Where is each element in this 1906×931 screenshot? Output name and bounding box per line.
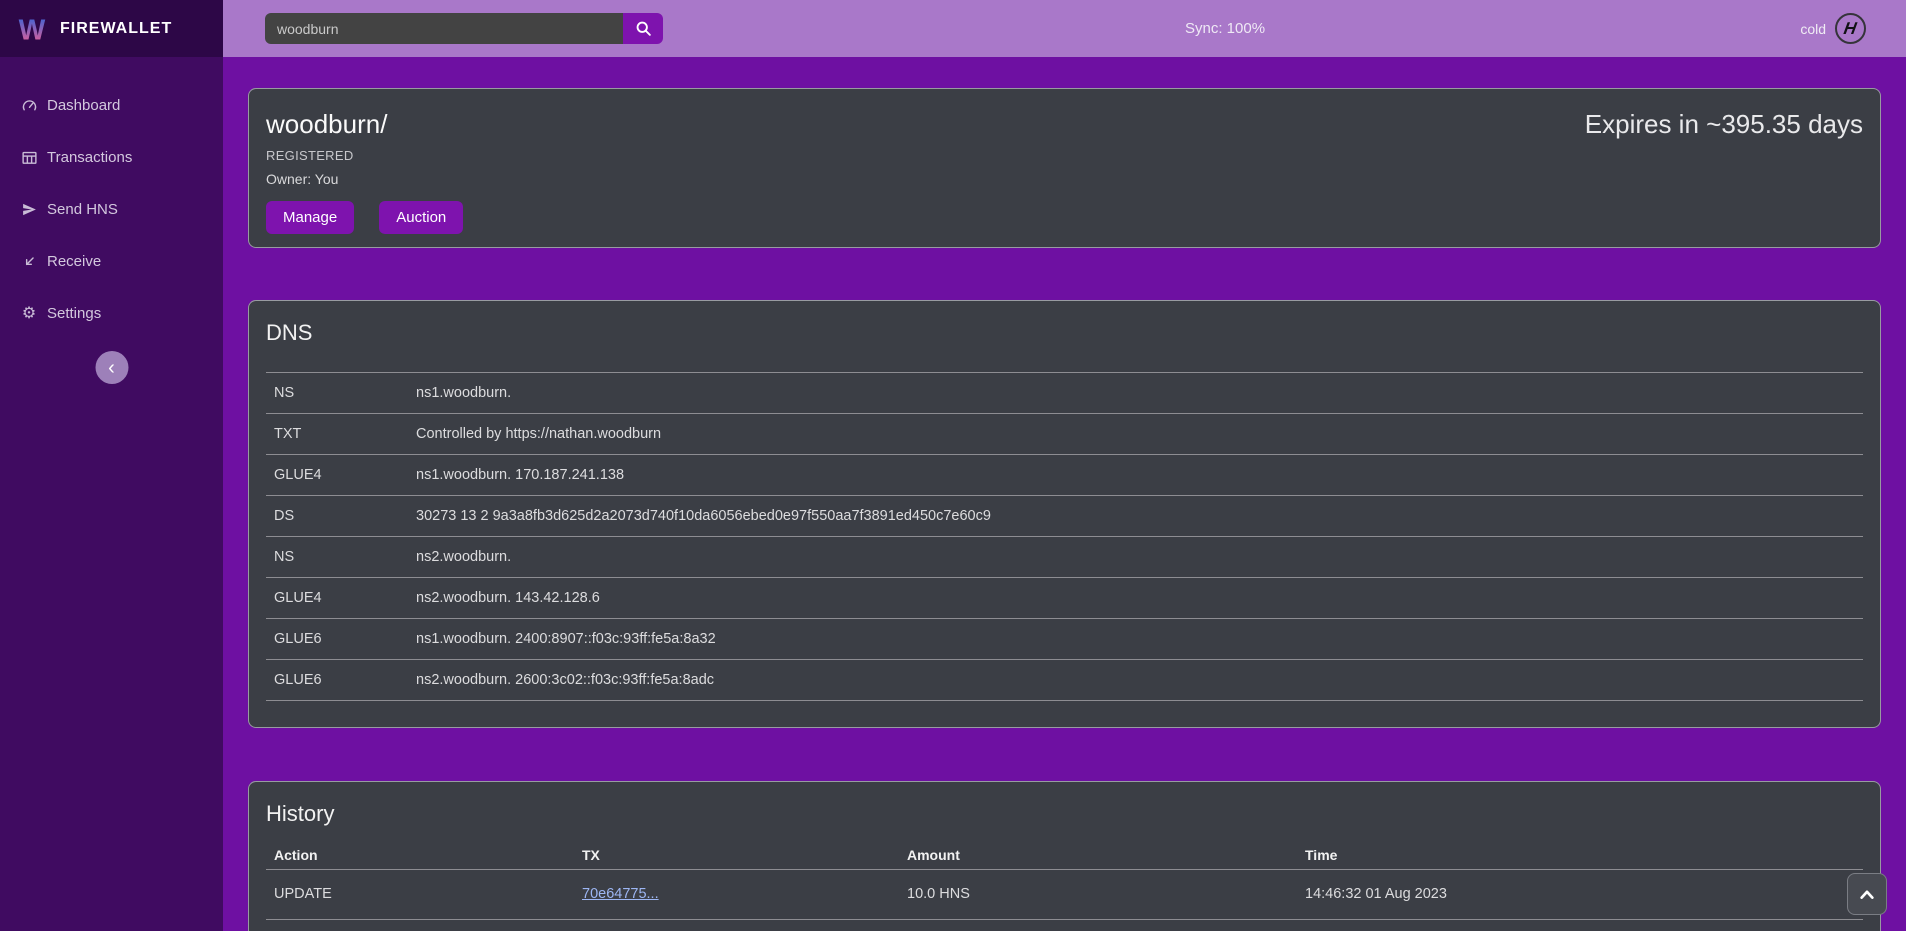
dns-record-value: ns2.woodburn. 143.42.128.6: [408, 578, 1863, 619]
tachometer-icon: [20, 96, 38, 114]
domain-owner: Owner: You: [266, 171, 1863, 187]
sidebar-item-label: Send HNS: [47, 201, 118, 218]
tx-link[interactable]: 70e64775...: [582, 886, 659, 902]
sidebar-item-label: Receive: [47, 253, 101, 270]
chevron-left-icon: ‹: [108, 357, 115, 379]
history-action: UPDATE: [266, 869, 574, 919]
dns-record-type: GLUE4: [266, 578, 408, 619]
dns-card: DNS NS ns1.woodburn. TXT Controlled by h…: [248, 300, 1881, 728]
search-button[interactable]: [623, 13, 663, 44]
history-title: History: [266, 800, 1863, 827]
dns-title: DNS: [266, 319, 1863, 346]
dns-record-type: GLUE6: [266, 619, 408, 660]
sidebar: W FIREWALLET Dashboard Tran: [0, 0, 223, 931]
history-header-action: Action: [266, 841, 574, 869]
dns-row: GLUE6 ns1.woodburn. 2400:8907::f03c:93ff…: [266, 619, 1863, 660]
domain-title: woodburn/: [266, 109, 387, 140]
sidebar-item-label: Settings: [47, 305, 101, 322]
dns-row: GLUE4 ns1.woodburn. 170.187.241.138: [266, 455, 1863, 496]
gear-icon: ⚙: [20, 304, 38, 322]
sidebar-nav: Dashboard Transactions Send HNS: [0, 57, 223, 339]
dns-record-value: ns1.woodburn.: [408, 373, 1863, 414]
history-header-row: Action TX Amount Time: [266, 841, 1863, 869]
dns-record-type: GLUE6: [266, 660, 408, 701]
topbar: Sync: 100% cold H: [223, 0, 1906, 57]
dns-record-value: ns1.woodburn. 170.187.241.138: [408, 455, 1863, 496]
wallet-name-label: cold: [1800, 21, 1826, 37]
dns-row: DS 30273 13 2 9a3a8fb3d625d2a2073d740f10…: [266, 496, 1863, 537]
history-row: UPDATE 70e64775... 10.0 HNS 14:46:32 01 …: [266, 869, 1863, 919]
sync-status: Sync: 100%: [1185, 20, 1265, 37]
sidebar-item-dashboard[interactable]: Dashboard: [0, 79, 223, 131]
wallet-selector: cold H: [1800, 13, 1866, 44]
search-input[interactable]: [265, 13, 623, 44]
domain-status-badge: REGISTERED: [266, 148, 1863, 163]
domain-card: woodburn/ Expires in ~395.35 days REGIST…: [248, 88, 1881, 248]
history-time: 15:47:08 07 Jul 2023: [1297, 919, 1863, 931]
history-card: History Action TX Amount Time UPDATE 70e…: [248, 781, 1881, 931]
handshake-logo-icon[interactable]: H: [1835, 13, 1866, 44]
sidebar-item-send-hns[interactable]: Send HNS: [0, 183, 223, 235]
app-logo: W FIREWALLET: [0, 0, 223, 57]
arrow-down-left-icon: [20, 252, 38, 270]
auction-button[interactable]: Auction: [379, 201, 463, 234]
manage-button[interactable]: Manage: [266, 201, 354, 234]
svg-text:W: W: [19, 14, 46, 44]
firewallet-w-logo-icon: W: [14, 14, 50, 44]
history-amount: 10.0 HNS: [899, 869, 1297, 919]
dns-table: NS ns1.woodburn. TXT Controlled by https…: [266, 372, 1863, 701]
dns-record-type: TXT: [266, 414, 408, 455]
history-table: Action TX Amount Time UPDATE 70e64775...…: [266, 841, 1863, 931]
dns-record-value: ns1.woodburn. 2400:8907::f03c:93ff:fe5a:…: [408, 619, 1863, 660]
sidebar-item-label: Dashboard: [47, 97, 120, 114]
dns-record-type: DS: [266, 496, 408, 537]
history-header-time: Time: [1297, 841, 1863, 869]
brand-title: FIREWALLET: [60, 20, 172, 38]
sidebar-item-transactions[interactable]: Transactions: [0, 131, 223, 183]
search-icon: [635, 20, 652, 37]
dns-record-value: 30273 13 2 9a3a8fb3d625d2a2073d740f10da6…: [408, 496, 1863, 537]
dns-row: GLUE4 ns2.woodburn. 143.42.128.6: [266, 578, 1863, 619]
history-header-amount: Amount: [899, 841, 1297, 869]
dns-record-value: ns2.woodburn. 2600:3c02::f03c:93ff:fe5a:…: [408, 660, 1863, 701]
history-action: RENEW: [266, 919, 574, 931]
dns-record-type: NS: [266, 373, 408, 414]
sidebar-item-receive[interactable]: Receive: [0, 235, 223, 287]
dns-row: NS ns1.woodburn.: [266, 373, 1863, 414]
sidebar-item-settings[interactable]: ⚙ Settings: [0, 287, 223, 339]
dns-record-value: Controlled by https://nathan.woodburn: [408, 414, 1863, 455]
dns-record-type: GLUE4: [266, 455, 408, 496]
history-header-tx: TX: [574, 841, 899, 869]
dns-record-type: NS: [266, 537, 408, 578]
table-icon: [20, 148, 38, 166]
scroll-top-button[interactable]: [1847, 873, 1887, 915]
search-group: [265, 13, 663, 44]
sidebar-collapse-button[interactable]: ‹: [95, 351, 128, 384]
domain-expiry: Expires in ~395.35 days: [1585, 109, 1863, 140]
main-content: woodburn/ Expires in ~395.35 days REGIST…: [223, 57, 1906, 931]
history-row: RENEW d7b5d4... 10.0 HNS 15:47:08 07 Jul…: [266, 919, 1863, 931]
dns-row: TXT Controlled by https://nathan.woodbur…: [266, 414, 1863, 455]
history-amount: 10.0 HNS: [899, 919, 1297, 931]
dns-row: NS ns2.woodburn.: [266, 537, 1863, 578]
paper-plane-icon: [20, 200, 38, 218]
dns-record-value: ns2.woodburn.: [408, 537, 1863, 578]
history-time: 14:46:32 01 Aug 2023: [1297, 869, 1863, 919]
sidebar-item-label: Transactions: [47, 149, 132, 166]
chevron-up-icon: [1859, 889, 1875, 900]
dns-row: GLUE6 ns2.woodburn. 2600:3c02::f03c:93ff…: [266, 660, 1863, 701]
